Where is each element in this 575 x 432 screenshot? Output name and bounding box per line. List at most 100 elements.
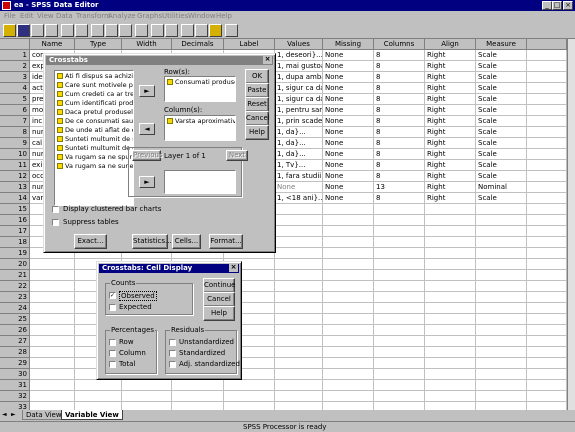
menu-file[interactable]: File [4,12,16,20]
table-cell[interactable] [30,259,75,270]
table-cell[interactable] [527,336,567,347]
row-number[interactable]: 20 [0,259,30,270]
table-cell[interactable] [323,204,374,215]
row-number[interactable]: 2 [0,61,30,72]
tab-scroll-left-icon[interactable]: ◄ [2,411,7,418]
row-number[interactable]: 32 [0,391,30,402]
table-cell[interactable] [527,138,567,149]
table-cell[interactable] [323,259,374,270]
table-cell[interactable]: Scale [476,171,527,182]
table-cell[interactable] [224,402,275,410]
table-cell[interactable] [527,314,567,325]
table-cell[interactable] [374,347,425,358]
table-cell[interactable] [476,292,527,303]
paste-button[interactable]: Paste [245,83,269,98]
table-cell[interactable] [476,391,527,402]
row-number[interactable]: 5 [0,94,30,105]
col-header-width[interactable]: Width [122,39,172,50]
row-number[interactable]: 15 [0,204,30,215]
row-number[interactable]: 23 [0,292,30,303]
table-cell[interactable] [75,402,122,410]
table-cell[interactable] [30,303,75,314]
table-cell[interactable] [425,380,476,391]
find-icon[interactable] [135,24,148,37]
suppress-tables-checkbox[interactable] [52,219,59,226]
table-cell[interactable]: 1, da}... [275,138,323,149]
table-cell[interactable]: 8 [374,61,425,72]
row-number[interactable]: 9 [0,138,30,149]
table-cell[interactable] [275,248,323,259]
row-number[interactable]: 18 [0,237,30,248]
table-cell[interactable] [30,270,75,281]
minimize-icon[interactable]: _ [542,1,552,10]
table-cell[interactable]: 1, da}... [275,127,323,138]
row-number[interactable]: 11 [0,160,30,171]
expected-checkbox[interactable] [109,304,116,311]
table-cell[interactable] [476,237,527,248]
cell-display-close-icon[interactable]: × [229,264,238,272]
table-cell[interactable] [323,402,374,410]
table-cell[interactable] [527,215,567,226]
table-cell[interactable]: 8 [374,72,425,83]
table-cell[interactable] [425,215,476,226]
source-variable-list[interactable]: Ati fi dispus sa achizitio Care sunt mot… [54,70,134,206]
table-cell[interactable]: None [323,72,374,83]
table-cell[interactable]: 1, pentru san [275,105,323,116]
table-cell[interactable] [30,314,75,325]
list-item[interactable]: Ati fi dispus sa achizitio [57,72,133,81]
table-cell[interactable]: Right [425,138,476,149]
table-cell[interactable] [75,380,122,391]
table-cell[interactable]: None [323,171,374,182]
unstandardized-checkbox[interactable] [169,339,176,346]
table-cell[interactable]: Right [425,94,476,105]
table-cell[interactable] [374,325,425,336]
list-item[interactable]: Va rugam sa ne spune [57,153,133,162]
table-cell[interactable] [275,215,323,226]
table-cell[interactable] [323,292,374,303]
table-cell[interactable] [476,358,527,369]
table-cell[interactable]: 13 [374,182,425,193]
table-cell[interactable]: Right [425,72,476,83]
table-cell[interactable] [476,303,527,314]
statistics-button[interactable]: Statistics... [132,234,172,249]
table-cell[interactable] [374,303,425,314]
table-cell[interactable] [527,83,567,94]
table-cell[interactable]: Scale [476,61,527,72]
table-cell[interactable] [476,336,527,347]
table-cell[interactable]: Right [425,83,476,94]
cells-button[interactable]: Cells... [172,234,201,249]
list-item[interactable]: De unde ati aflat de ex [57,126,133,135]
table-cell[interactable]: 8 [374,171,425,182]
table-cell[interactable] [527,292,567,303]
col-header-align[interactable]: Align [425,39,476,50]
row-number[interactable]: 14 [0,193,30,204]
table-cell[interactable] [425,237,476,248]
tab-variable-view[interactable]: Variable View [61,410,123,420]
table-cell[interactable]: None [323,149,374,160]
col-header-missing[interactable]: Missing [323,39,374,50]
redo-icon[interactable] [75,24,88,37]
table-cell[interactable]: None [323,105,374,116]
table-cell[interactable] [374,259,425,270]
move-to-columns-button[interactable]: ◄ [139,123,155,135]
table-cell[interactable] [527,149,567,160]
table-cell[interactable]: Right [425,105,476,116]
table-cell[interactable] [374,281,425,292]
table-cell[interactable] [323,215,374,226]
table-cell[interactable] [527,171,567,182]
table-cell[interactable]: 8 [374,50,425,61]
table-cell[interactable] [374,380,425,391]
table-cell[interactable]: 8 [374,149,425,160]
list-item[interactable]: Va rugam sa ne suneti [57,162,133,171]
table-cell[interactable] [30,292,75,303]
table-cell[interactable] [275,325,323,336]
table-cell[interactable] [374,292,425,303]
table-cell[interactable] [30,391,75,402]
move-to-rows-button[interactable]: ► [139,85,155,97]
table-cell[interactable]: Right [425,61,476,72]
table-cell[interactable] [75,391,122,402]
split-file-icon[interactable] [181,24,194,37]
table-cell[interactable] [476,259,527,270]
col-header-measure[interactable]: Measure [476,39,527,50]
table-cell[interactable] [172,402,224,410]
